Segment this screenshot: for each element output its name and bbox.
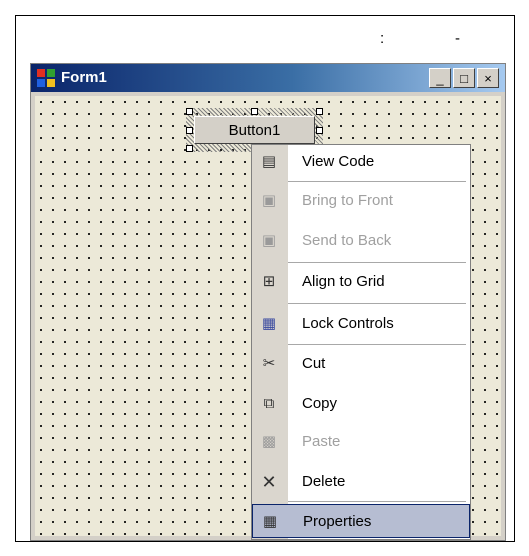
scissors-icon: ✂ <box>262 355 276 372</box>
properties-icon: ▦ <box>262 513 278 530</box>
window-title: Form1 <box>61 69 107 86</box>
menu-item-label: Align to Grid <box>302 273 385 290</box>
menu-item-label: Bring to Front <box>302 192 393 209</box>
menu-item-send-to-back[interactable]: ▣ Send to Back <box>252 224 470 258</box>
window-controls: _ □ × <box>429 68 499 88</box>
menu-item-paste[interactable]: ▩ Paste <box>252 425 470 459</box>
menu-item-lock-controls[interactable]: ▦ Lock Controls <box>252 307 470 341</box>
copy-icon: ⧉ <box>263 395 275 412</box>
lock-icon: ▦ <box>261 315 277 332</box>
align-grid-icon: ⊞ <box>262 273 276 290</box>
menu-item-label: Lock Controls <box>302 315 394 332</box>
menu-item-label: Delete <box>302 473 346 490</box>
menu-item-label: Send to Back <box>302 232 392 249</box>
menu-separator <box>288 501 466 502</box>
menu-item-label: Paste <box>302 433 341 450</box>
delete-icon: ✕ <box>261 472 277 492</box>
resize-handle-tr[interactable] <box>316 108 323 115</box>
view-code-icon: ▤ <box>261 153 277 170</box>
paste-icon: ▩ <box>261 433 277 450</box>
menu-item-properties[interactable]: ▦ Properties <box>252 504 470 538</box>
menu-item-view-code[interactable]: ▤ View Code <box>252 145 470 179</box>
menu-item-label: View Code <box>302 153 375 170</box>
menu-item-copy[interactable]: ⧉ Copy <box>252 387 470 421</box>
resize-handle-t[interactable] <box>251 108 258 115</box>
menu-item-bring-to-front[interactable]: ▣ Bring to Front <box>252 184 470 218</box>
menu-item-label: Cut <box>302 355 326 372</box>
resize-handle-bl[interactable] <box>186 145 193 152</box>
menu-item-align-to-grid[interactable]: ⊞ Align to Grid <box>252 265 470 299</box>
minimize-button[interactable]: _ <box>429 68 451 88</box>
button1-control[interactable]: Button1 <box>194 116 315 144</box>
resize-handle-tl[interactable] <box>186 108 193 115</box>
send-back-icon: ▣ <box>261 232 277 249</box>
menu-item-label: Properties <box>303 513 372 530</box>
context-menu: ▤ View Code ▣ Bring to Front ▣ Send to B… <box>251 144 471 540</box>
menu-separator <box>288 303 466 304</box>
resize-handle-r[interactable] <box>316 127 323 134</box>
maximize-button[interactable]: □ <box>453 68 475 88</box>
form-icon <box>37 69 55 87</box>
menu-separator <box>288 262 466 263</box>
menu-item-delete[interactable]: ✕ Delete <box>252 465 470 499</box>
resize-handle-l[interactable] <box>186 127 193 134</box>
menu-separator <box>288 344 466 345</box>
title-bar[interactable]: Form1 _ □ × <box>31 64 505 92</box>
menu-item-cut[interactable]: ✂ Cut <box>252 347 470 381</box>
close-button[interactable]: × <box>477 68 499 88</box>
menu-separator <box>288 181 466 182</box>
bring-front-icon: ▣ <box>261 192 277 209</box>
top-text-dash: - <box>455 30 460 47</box>
menu-item-label: Copy <box>302 395 338 412</box>
top-text-colon: : <box>380 30 385 47</box>
